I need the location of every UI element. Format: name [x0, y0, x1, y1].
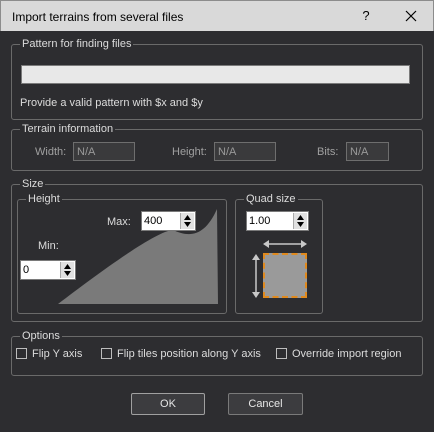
horizontal-arrow-icon [263, 240, 307, 248]
min-label: Min: [38, 240, 59, 252]
spin-down-icon[interactable] [63, 270, 72, 277]
height-range-graphic [58, 209, 218, 304]
min-spinbox[interactable]: 0 [20, 260, 76, 280]
close-button[interactable] [397, 4, 425, 28]
spin-down-icon[interactable] [183, 221, 192, 228]
bits-label: Bits: [317, 146, 339, 158]
pattern-input[interactable] [21, 65, 410, 84]
quad-size-spinbox[interactable]: 1.00 [246, 211, 309, 231]
spin-up-icon[interactable] [296, 214, 305, 221]
quad-size-legend: Quad size [246, 193, 296, 205]
options-legend: Options [22, 330, 60, 342]
title-bar[interactable]: Import terrains from several files ? [0, 0, 434, 31]
terrain-info-legend: Terrain information [22, 123, 114, 135]
help-button[interactable]: ? [352, 4, 380, 28]
cancel-button[interactable]: Cancel [228, 393, 303, 415]
spin-down-icon[interactable] [296, 221, 305, 228]
width-label: Width: [35, 146, 67, 158]
flip-tiles-label[interactable]: Flip tiles position along Y axis [117, 348, 261, 360]
pattern-hint: Provide a valid pattern with $x and $y [20, 97, 203, 109]
spin-up-icon[interactable] [63, 263, 72, 270]
flip-tiles-checkbox[interactable] [101, 348, 112, 359]
max-label: Max: [107, 216, 131, 228]
height-info-field [214, 142, 276, 161]
quad-preview [263, 253, 307, 298]
min-spin-buttons[interactable] [60, 262, 74, 278]
spin-up-icon[interactable] [183, 214, 192, 221]
ok-button[interactable]: OK [131, 393, 205, 415]
size-legend: Size [22, 178, 44, 190]
vertical-arrow-icon [252, 254, 260, 298]
flip-y-checkbox[interactable] [16, 348, 27, 359]
pattern-legend: Pattern for finding files [22, 38, 132, 50]
override-region-checkbox[interactable] [276, 348, 287, 359]
quad-spin-buttons[interactable] [293, 213, 307, 229]
quad-size-value: 1.00 [249, 215, 271, 227]
height-info-label: Height: [172, 146, 207, 158]
width-field [73, 142, 135, 161]
max-spinbox[interactable]: 400 [141, 211, 196, 231]
min-value: 0 [23, 264, 30, 276]
bits-field [346, 142, 389, 161]
override-region-label[interactable]: Override import region [292, 348, 401, 360]
flip-y-label[interactable]: Flip Y axis [32, 348, 82, 360]
max-spin-buttons[interactable] [180, 213, 194, 229]
window-title: Import terrains from several files [12, 10, 184, 24]
close-icon [405, 10, 417, 22]
height-legend: Height [28, 193, 60, 205]
max-value: 400 [144, 215, 163, 227]
